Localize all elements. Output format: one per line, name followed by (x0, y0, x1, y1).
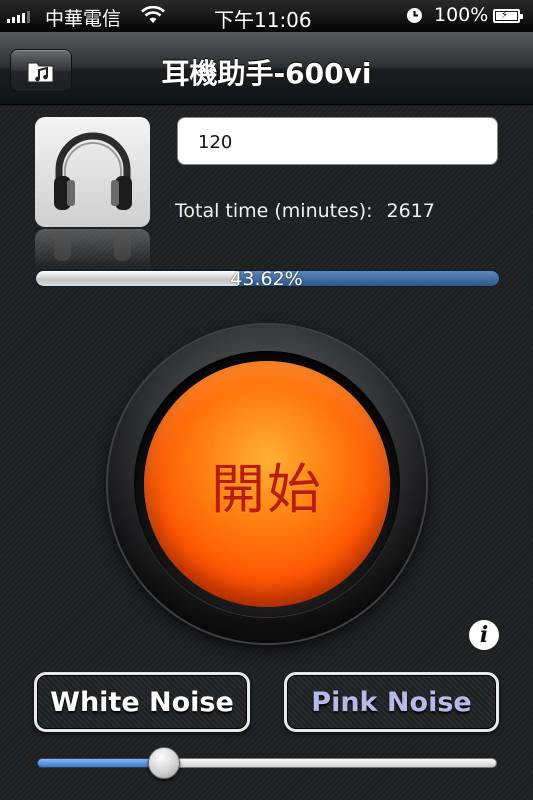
slider-track-fill (37, 758, 165, 768)
page-title: 耳機助手-600vi (161, 57, 372, 90)
headphones-icon (53, 132, 132, 210)
wifi-icon (141, 5, 165, 29)
start-button-bezel: 開始 (108, 325, 426, 643)
start-button[interactable]: 開始 (144, 361, 390, 607)
signal-icon (7, 11, 30, 23)
pink-noise-button[interactable]: Pink Noise (284, 672, 499, 732)
alarm-icon (406, 7, 423, 29)
total-time-label: Total time (minutes): (175, 200, 373, 222)
clock: 下午11:06 (214, 8, 312, 32)
minutes-input[interactable]: 120 (177, 117, 498, 165)
headphones-image (35, 117, 150, 227)
progress-percent: 43.62% (230, 268, 303, 290)
battery-icon: ⚡ (493, 9, 523, 23)
start-button-ring: 開始 (134, 351, 400, 617)
start-button-label: 開始 (211, 457, 323, 521)
total-time: Total time (minutes): 2617 (175, 200, 435, 222)
white-noise-button[interactable]: White Noise (34, 672, 250, 732)
nav-bar: 耳機助手-600vi (0, 32, 533, 105)
status-bar: 中華電信 下午11:06 100% ⚡ (0, 0, 533, 32)
carrier-label: 中華電信 (45, 8, 122, 30)
total-time-value: 2617 (386, 200, 435, 222)
info-button[interactable]: i (469, 620, 499, 650)
volume-slider[interactable] (37, 747, 497, 779)
battery-percent: 100% (434, 4, 489, 26)
headphones-reflection (35, 229, 150, 269)
